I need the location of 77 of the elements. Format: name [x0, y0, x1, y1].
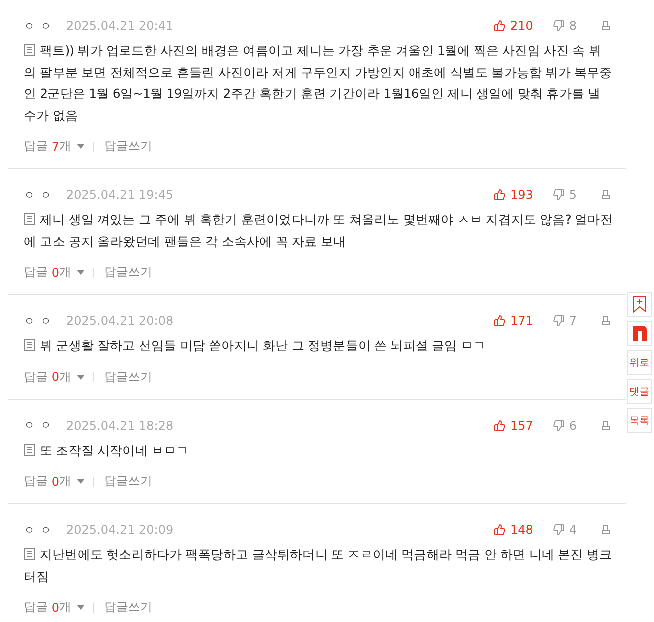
author-name: ㅇ ㅇ: [24, 522, 52, 538]
reply-count[interactable]: 0: [52, 600, 60, 614]
reply-label[interactable]: 답글: [24, 599, 48, 616]
reply-unit[interactable]: 개: [59, 599, 72, 616]
write-reply-link[interactable]: 답글쓰기: [104, 264, 152, 281]
reply-label[interactable]: 답글: [24, 368, 48, 386]
author-name: ㅇ ㅇ: [24, 418, 52, 433]
like-count: 157: [510, 418, 534, 432]
thumbs-down-icon[interactable]: [553, 189, 566, 201]
comment-date: 2025.04.21 19:45: [66, 188, 174, 202]
reply-count[interactable]: 7: [52, 140, 60, 154]
dislike-count: 6: [569, 418, 577, 432]
side-nav-button[interactable]: 목록: [627, 408, 652, 433]
caret-icon[interactable]: [77, 605, 86, 610]
report-icon[interactable]: [601, 21, 611, 31]
dislike-count: 4: [569, 523, 577, 537]
caret-icon[interactable]: [77, 374, 86, 380]
thumbs-up-icon[interactable]: [494, 315, 506, 327]
write-reply-link[interactable]: 답글쓰기: [104, 599, 152, 616]
dislike-count: 5: [569, 188, 577, 202]
dislike-count: 7: [569, 314, 577, 328]
thumbs-down-icon[interactable]: [553, 315, 566, 327]
author-name: ㅇ ㅇ: [24, 18, 52, 34]
reply-unit[interactable]: 개: [59, 138, 72, 155]
caret-icon[interactable]: [77, 270, 86, 275]
report-icon[interactable]: [601, 525, 611, 535]
memo-icon: [24, 444, 35, 456]
memo-icon: [24, 213, 35, 225]
n-logo-icon: [632, 326, 646, 341]
write-reply-link[interactable]: 답글쓰기: [104, 138, 152, 155]
thumbs-up-icon[interactable]: [494, 524, 506, 536]
memo-icon: [24, 548, 35, 560]
reply-count[interactable]: 0: [52, 266, 60, 280]
write-reply-link[interactable]: 답글쓰기: [104, 473, 152, 490]
comment-text: 팩트)) 뷔가 업로드한 사진의 배경은 여름이고 제니는 가장 추운 겨울인 1월에 찍은 사진임 사진 속 뷔의 팔부분 보면 전체적으로 흔들린 사진이라 저게 구두인지 가방인지 애초에 식별도 불가능함 뷔가 복무중인 2군단은 1월 6일~1월 19일까지 2주간 혹한기 훈련 기간이라 1월16일인 제니 생일에 맞춰 휴가를 낼 수가 없음: [24, 42, 614, 124]
report-icon[interactable]: [601, 190, 611, 200]
report-icon[interactable]: [601, 420, 611, 430]
like-count: 148: [510, 523, 534, 537]
reply-label[interactable]: 답글: [24, 473, 48, 490]
like-count: 171: [510, 314, 534, 328]
bookmark-button[interactable]: [627, 292, 652, 317]
reply-unit[interactable]: 개: [59, 473, 72, 490]
thumbs-down-icon[interactable]: [553, 524, 566, 536]
memo-icon: [24, 339, 35, 351]
comment-date: 2025.04.21 18:28: [66, 418, 174, 432]
caret-icon[interactable]: [77, 144, 86, 149]
reply-count[interactable]: 0: [52, 370, 60, 384]
author-name: ㅇ ㅇ: [24, 314, 52, 328]
comment-date: 2025.04.21 20:09: [66, 523, 174, 537]
reply-count[interactable]: 0: [52, 474, 60, 488]
reply-label[interactable]: 답글: [24, 264, 48, 281]
comment-date: 2025.04.21 20:41: [66, 19, 174, 33]
thumbs-up-icon[interactable]: [494, 20, 506, 32]
caret-icon[interactable]: [77, 479, 86, 484]
thumbs-up-icon[interactable]: [494, 420, 506, 432]
comment-date: 2025.04.21 20:08: [66, 314, 174, 328]
reply-label[interactable]: 답글: [24, 138, 48, 155]
thumbs-down-icon[interactable]: [553, 20, 566, 32]
reply-unit[interactable]: 개: [59, 264, 72, 281]
thumbs-up-icon[interactable]: [494, 189, 506, 201]
side-nav-button[interactable]: 위로: [627, 350, 652, 375]
like-count: 210: [510, 19, 534, 33]
memo-icon: [24, 44, 35, 56]
like-count: 193: [510, 188, 534, 202]
thumbs-down-icon[interactable]: [553, 420, 566, 432]
comment-text: 뷔 군생활 잘하고 선임들 미담 쏟아지니 화난 그 정병분들이 쓴 뇌피셜 글임 ㅁㄱ: [24, 335, 626, 356]
dislike-count: 8: [569, 19, 577, 33]
comment-text: 또 조작질 시작이네 ㅂㅁㄱ: [24, 440, 626, 461]
side-nav-button[interactable]: 댓글: [627, 379, 652, 404]
logo-button[interactable]: [627, 321, 652, 346]
comment-text: 지난번에도 헛소리하다가 팩폭당하고 글삭튀하더니 또 ㅈㄹ이네 먹금해라 먹금 안 하면 니네 본진 병크터짐: [24, 546, 614, 586]
author-name: ㅇ ㅇ: [24, 188, 52, 202]
report-icon[interactable]: [601, 316, 611, 326]
comment-text: 제니 생일 껴있는 그 주에 뷔 혹한기 훈련이었다니까 또 쳐올리노 몇번째야 ㅅㅂ 지겹지도 않음? 얼마전에 고소 공지 올라왔던데 팬들은 각 소속사에 꼭 자료 보내: [24, 211, 614, 250]
bookmark-icon: [632, 296, 646, 313]
reply-unit[interactable]: 개: [59, 368, 72, 386]
write-reply-link[interactable]: 답글쓰기: [104, 368, 152, 386]
